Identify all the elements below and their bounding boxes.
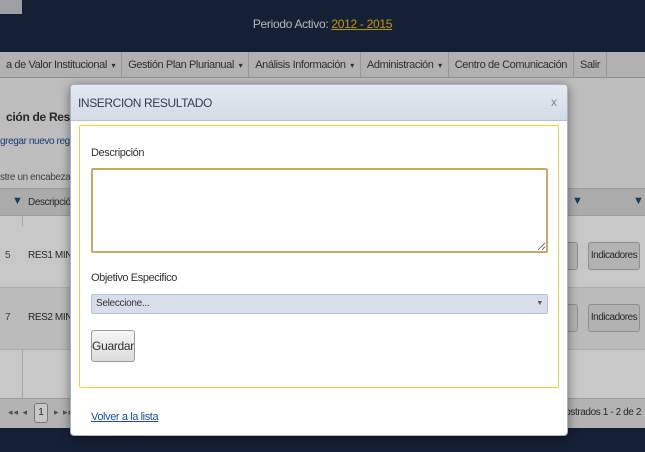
close-icon[interactable]: x [551, 95, 557, 109]
dialog-header: INSERCION RESULTADO x [71, 85, 567, 121]
objective-selected-value: Seleccione... [96, 298, 150, 309]
description-textarea[interactable] [91, 168, 548, 253]
result-form: Descripción Objetivo Especifico Seleccio… [79, 125, 559, 388]
insert-result-dialog: INSERCION RESULTADO x Descripción Objeti… [70, 84, 568, 436]
chevron-down-icon: ▼ [536, 300, 543, 307]
objective-select[interactable]: Seleccione... ▼ [91, 294, 548, 314]
save-button[interactable]: Guardar [91, 330, 135, 362]
objective-label: Objetivo Especifico [91, 272, 177, 284]
description-label: Descripción [91, 147, 145, 159]
dialog-title: INSERCION RESULTADO [78, 96, 212, 110]
back-to-list-link[interactable]: Volver a la lista [91, 411, 159, 423]
